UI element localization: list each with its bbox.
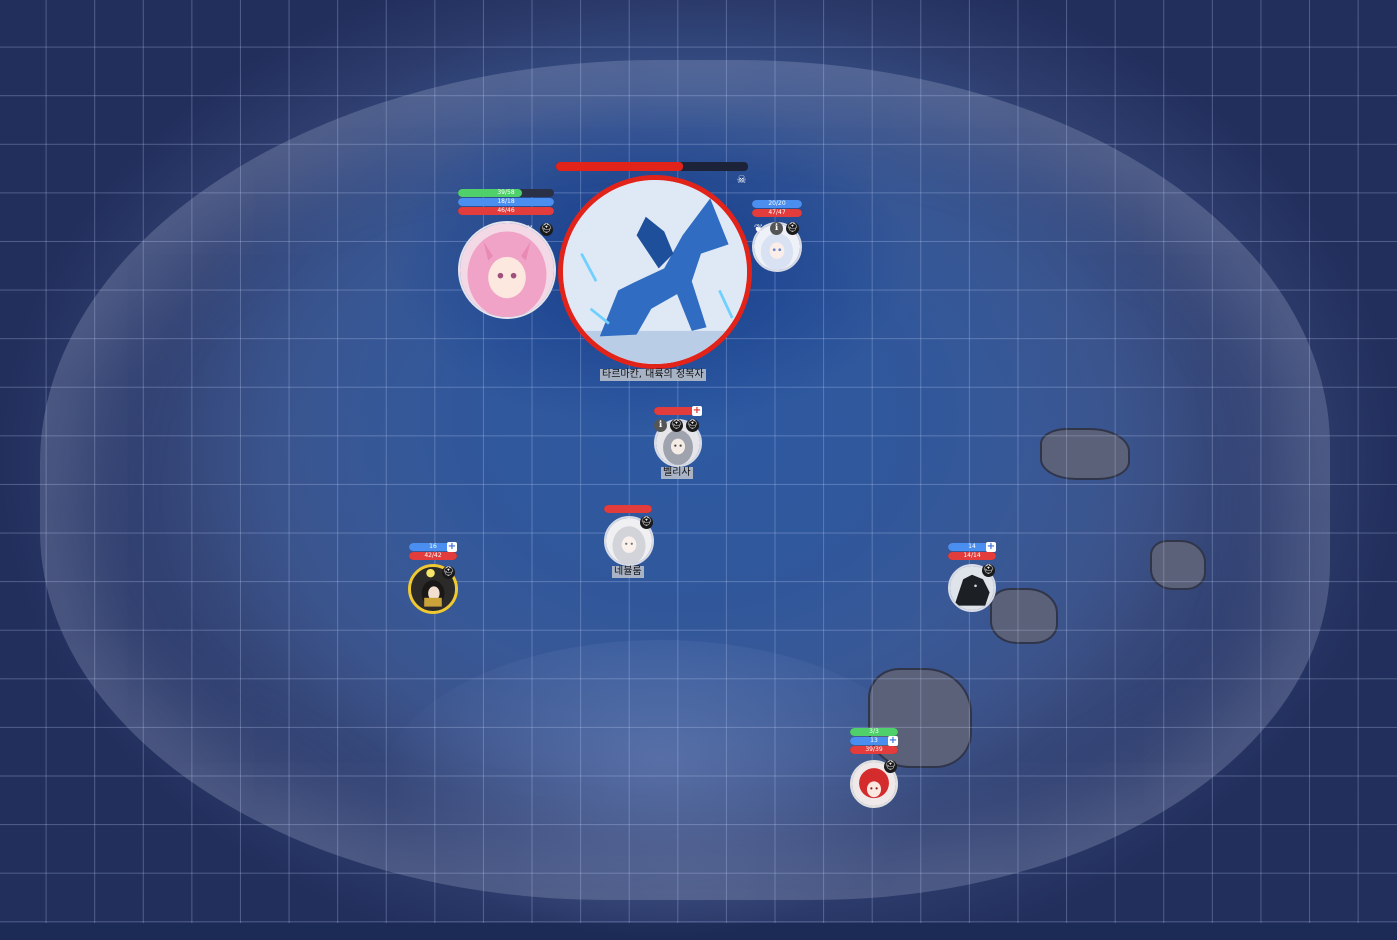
pink-hero-green-bar: 39/58 <box>458 189 554 197</box>
add-icon[interactable]: + <box>986 542 996 552</box>
mask-icon: ⛑ <box>540 223 553 236</box>
add-icon[interactable]: + <box>888 736 898 746</box>
mask-icon: ⛑ <box>786 222 799 235</box>
token-white-fox[interactable]: 20/20 47/47 ❦ ℹ ⛑ <box>750 200 806 274</box>
token-dragon[interactable]: ☠ 타르마칸, 대륙의 정복자 <box>550 160 760 385</box>
info-icon: ℹ <box>770 222 783 235</box>
mask-icon: ⛑ <box>884 760 897 773</box>
nebulum-red-bar <box>604 505 652 513</box>
sun-icon: ● <box>425 566 436 579</box>
dragon-portrait[interactable] <box>558 175 752 369</box>
mask-icon: ⛑ <box>670 419 683 432</box>
white-fox-red-bar: 47/47 <box>752 209 802 217</box>
token-gold-warrior[interactable]: 16 + 42/42 ● ⛑ <box>406 542 464 616</box>
pink-hero-blue-bar: 18/18 <box>458 198 554 206</box>
skull-icon: ☠ <box>736 173 747 186</box>
mask-icon: ⛑ <box>442 566 455 579</box>
pink-hero-red-bar: 46/46 <box>458 207 554 215</box>
dragon-health-bar <box>556 162 748 171</box>
add-icon[interactable]: + <box>447 542 457 552</box>
pink-hero-portrait[interactable] <box>458 221 556 319</box>
token-dark-beast[interactable]: 14 + 14/14 ⛑ <box>944 542 1002 616</box>
dragon-name-label: 타르마칸, 대륙의 정복자 <box>600 369 706 381</box>
bellisa-name-label: 벨리사 <box>661 467 693 479</box>
white-fox-blue-bar: 20/20 <box>752 200 802 208</box>
mask-icon: ⛑ <box>982 564 995 577</box>
nebulum-name-label: 네뷸룸 <box>612 566 644 578</box>
mask-icon: ⛑ <box>686 419 699 432</box>
dark-beast-red-bar: 14/14 <box>948 552 996 560</box>
token-pink-hero[interactable]: 39/58 18/18 46/46 ✿ ✝ ❦ ⛑ <box>456 188 560 320</box>
token-red-hair[interactable]: 3/3 13 + 39/39 ⛑ <box>846 728 904 812</box>
token-bellisa[interactable]: + ℹ ⛑ ⛑ 벨리사 <box>650 406 710 482</box>
red-hair-red-bar: 39/39 <box>850 746 898 754</box>
add-icon[interactable]: + <box>692 406 702 416</box>
mask-icon: ⛑ <box>640 516 653 529</box>
gold-warrior-red-bar: 42/42 <box>409 552 457 560</box>
info-icon: ℹ <box>654 419 667 432</box>
wing-icon: ❦ <box>753 222 764 235</box>
token-nebulum[interactable]: ⛑ 네뷸룸 <box>602 504 658 580</box>
